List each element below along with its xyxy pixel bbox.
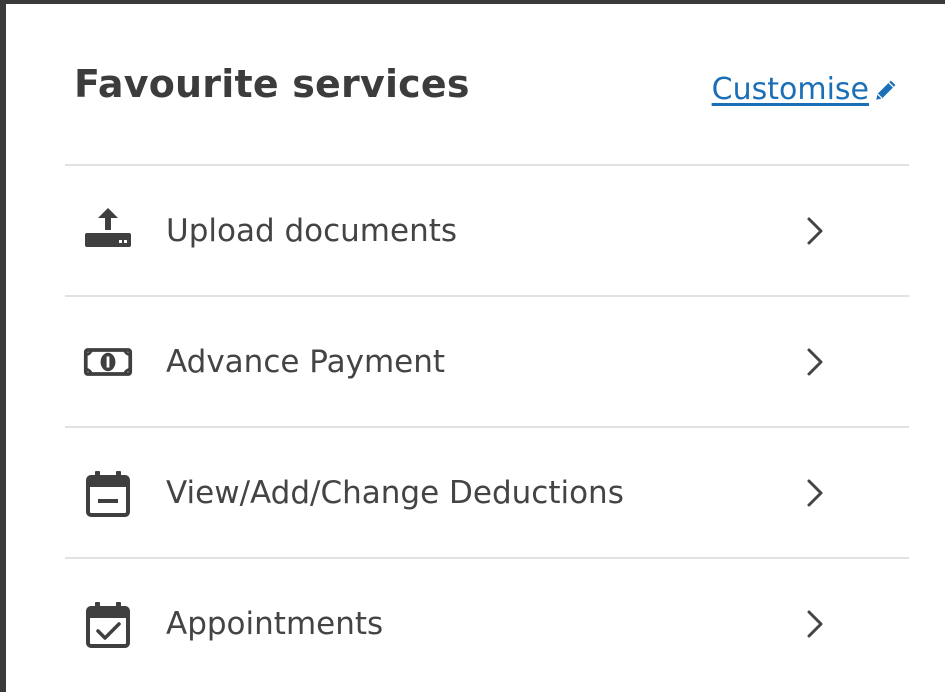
- service-label: Appointments: [166, 605, 384, 642]
- money-icon: [83, 337, 133, 387]
- calendar-minus-icon: [83, 468, 133, 518]
- calendar-check-icon: [83, 599, 133, 649]
- service-item-upload-documents[interactable]: Upload documents: [65, 164, 909, 295]
- service-label: View/Add/Change Deductions: [166, 474, 624, 511]
- favourite-services-panel: Favourite services Customise Upload docu…: [6, 4, 945, 692]
- pencil-icon: [876, 80, 896, 100]
- chevron-right-icon: [807, 610, 823, 637]
- service-label: Advance Payment: [166, 343, 446, 380]
- services-list: Upload documents Advance Payment View/Ad…: [65, 164, 909, 688]
- panel-title: Favourite services: [74, 62, 470, 106]
- service-item-advance-payment[interactable]: Advance Payment: [65, 295, 909, 426]
- customise-label: Customise: [711, 72, 869, 107]
- service-item-deductions[interactable]: View/Add/Change Deductions: [65, 426, 909, 557]
- service-item-appointments[interactable]: Appointments: [65, 557, 909, 688]
- customise-link[interactable]: Customise: [712, 72, 899, 107]
- chevron-right-icon: [807, 348, 823, 375]
- chevron-right-icon: [807, 217, 823, 244]
- service-label: Upload documents: [166, 212, 458, 249]
- panel-header: Favourite services Customise: [74, 62, 909, 122]
- page-background: Favourite services Customise Upload docu…: [0, 0, 945, 692]
- chevron-right-icon: [807, 479, 823, 506]
- upload-icon: [83, 206, 133, 256]
